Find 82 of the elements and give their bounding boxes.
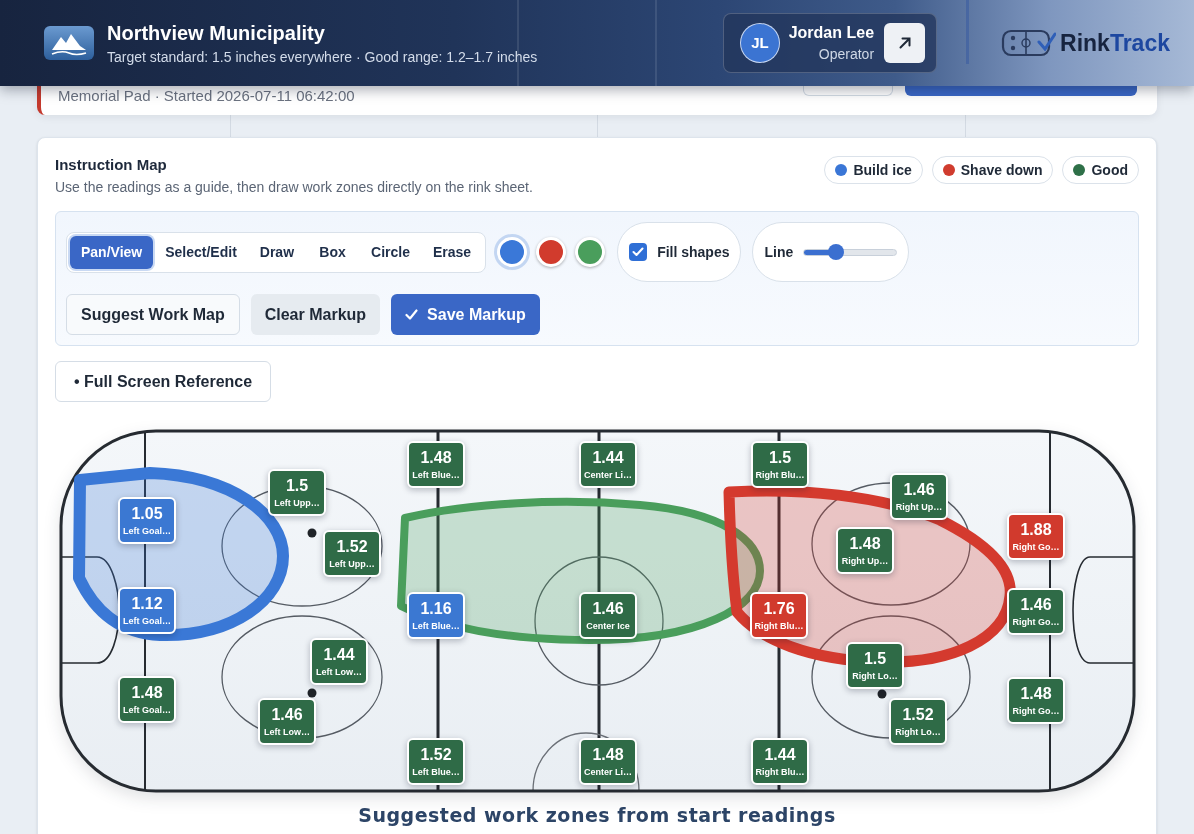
- zone-name: Left Blue…: [412, 766, 460, 778]
- map-caption: Suggested work zones from start readings: [357, 803, 837, 827]
- reading-marker[interactable]: 1.48 Left Goal…: [118, 676, 176, 723]
- zone-name: Right Lo…: [895, 726, 941, 738]
- checkbox[interactable]: [629, 243, 648, 261]
- user-role: Operator: [817, 45, 875, 63]
- reading-value: 1.88: [1020, 520, 1052, 539]
- reading-value: 1.48: [420, 448, 452, 467]
- reading-marker[interactable]: 1.5 Left Upp…: [268, 469, 326, 516]
- slider-thumb[interactable]: [828, 243, 845, 260]
- zone-name: Right Go…: [1012, 705, 1060, 717]
- reading-value: 1.05: [131, 504, 163, 523]
- rink-logo-icon: [1001, 28, 1057, 58]
- zone-name: Center Li…: [584, 469, 632, 481]
- reading-value: 1.46: [271, 705, 303, 724]
- zone-name: Right Blu…: [755, 766, 805, 778]
- arrow-up-right-icon: [898, 37, 911, 49]
- zone-name: Left Goal…: [123, 704, 171, 716]
- reading-value: 1.44: [764, 745, 796, 764]
- legend-label: Shave down: [960, 160, 1043, 180]
- tool-tab[interactable]: Erase: [421, 235, 483, 269]
- reading-marker[interactable]: 1.46 Left Low…: [258, 698, 316, 745]
- reading-marker[interactable]: 1.52 Left Blue…: [407, 738, 465, 785]
- reading-marker[interactable]: 1.12 Left Goal…: [118, 587, 176, 634]
- reading-value: 1.46: [903, 480, 935, 499]
- zone-name: Left Blue…: [412, 469, 460, 481]
- reading-value: 1.44: [592, 448, 624, 467]
- zone-name: Left Upp…: [274, 497, 320, 509]
- legend-label: Good: [1091, 160, 1128, 180]
- target-standard-text: Target standard: 1.5 inches everywhere · Good range: 1.2–1.7 inches: [107, 47, 538, 66]
- tool-tab[interactable]: Box: [306, 235, 360, 269]
- reading-marker[interactable]: 1.05 Left Goal…: [118, 497, 176, 544]
- user-name: Jordan Lee: [787, 23, 875, 43]
- reading-value: 1.5: [768, 448, 792, 467]
- checkbox-label: Fill shapes: [657, 242, 730, 262]
- color-swatch-icon[interactable]: [575, 237, 606, 267]
- mountain-logo-icon: [44, 26, 94, 60]
- action-button[interactable]: Clear Markup: [250, 294, 381, 335]
- zone-name: Center Li…: [584, 766, 632, 778]
- tool-tab[interactable]: Circle: [360, 235, 421, 269]
- reading-marker[interactable]: 1.88 Right Go…: [1007, 513, 1065, 560]
- section-title: Instruction Map: [55, 155, 168, 175]
- reading-marker[interactable]: 1.48 Right Go…: [1007, 677, 1065, 724]
- reading-value: 1.5: [285, 476, 309, 495]
- zone-name: Left Goal…: [123, 615, 171, 627]
- action-button[interactable]: Suggest Work Map: [66, 294, 240, 335]
- zone-name: Right Go…: [1012, 541, 1060, 553]
- reading-value: 1.48: [1020, 684, 1052, 703]
- check-icon: [405, 309, 419, 320]
- reading-value: 1.52: [902, 705, 934, 724]
- save-button[interactable]: Save Markup: [391, 294, 540, 335]
- zone-name: Right Blu…: [755, 469, 805, 481]
- reading-value: 1.12: [131, 594, 163, 613]
- color-swatch-icon[interactable]: [536, 237, 567, 267]
- tool-tab[interactable]: Pan/View: [70, 235, 154, 269]
- reading-value: 1.52: [420, 745, 452, 764]
- reading-value: 1.46: [1020, 595, 1052, 614]
- user-avatar: JL: [740, 23, 781, 63]
- color-swatch-icon[interactable]: [497, 237, 528, 267]
- check-icon: [632, 247, 645, 257]
- reading-value: 1.48: [592, 745, 624, 764]
- section-description: Use the readings as a guide, then draw work zones directly on the rink sheet.: [55, 178, 533, 197]
- tool-tab[interactable]: Select/Edit: [154, 235, 248, 269]
- reading-marker[interactable]: 1.5 Right Blu…: [751, 441, 809, 488]
- reading-marker[interactable]: 1.52 Right Lo…: [889, 698, 947, 745]
- zone-name: Right Go…: [1012, 616, 1060, 628]
- organization-name: Northview Municipality: [107, 20, 326, 45]
- reading-marker[interactable]: 1.48 Left Blue…: [407, 441, 465, 488]
- session-subtitle: Memorial Pad · Started 2026-07-11 06:42:00: [58, 87, 355, 105]
- zone-name: Left Low…: [264, 726, 310, 738]
- zone-name: Left Goal…: [123, 525, 171, 537]
- line-width-label: Line: [764, 242, 794, 262]
- reading-marker[interactable]: 1.46 Right Go…: [1007, 588, 1065, 635]
- brand-name: RinkTrack: [1060, 29, 1170, 57]
- tool-tab[interactable]: Draw: [248, 235, 306, 269]
- legend-label: Build ice: [853, 160, 912, 180]
- full-screen-button[interactable]: • Full Screen Reference: [55, 361, 272, 402]
- reading-marker[interactable]: 1.46 Right Up…: [890, 473, 948, 520]
- reading-marker[interactable]: 1.44 Right Blu…: [751, 738, 809, 785]
- zone-name: Right Up…: [895, 501, 943, 513]
- open-profile-button[interactable]: [884, 23, 926, 63]
- reading-value: 1.48: [131, 683, 163, 702]
